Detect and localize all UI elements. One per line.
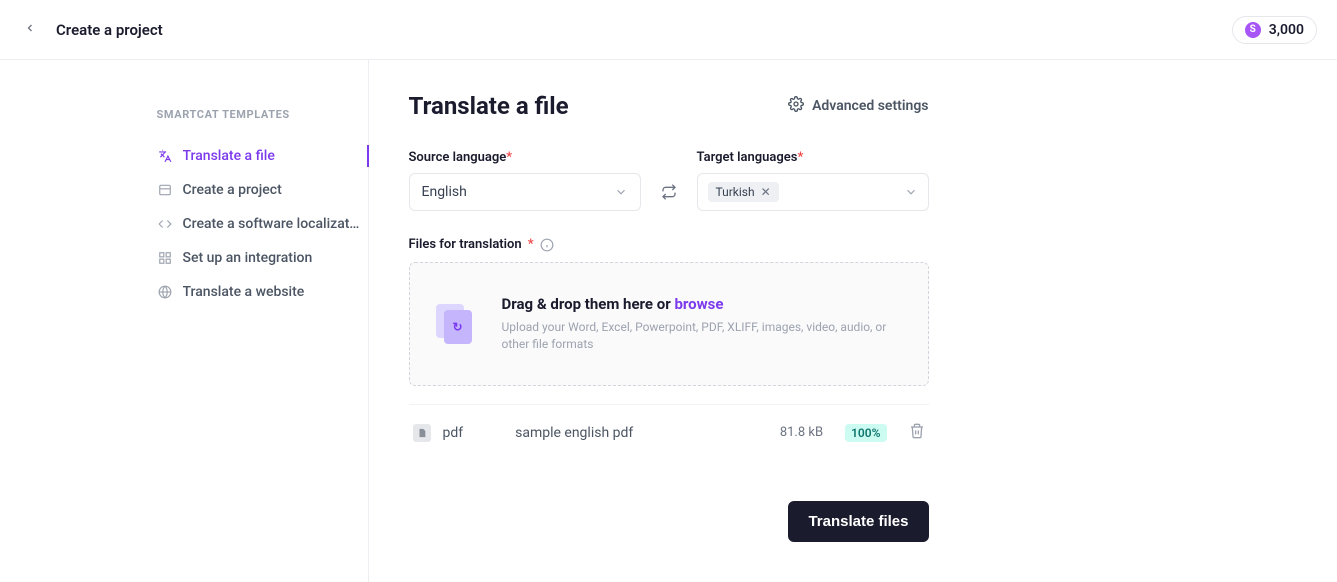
delete-file-button[interactable] [909,423,925,443]
uploaded-file-row: pdf sample english pdf 81.8 kB 100% [409,404,929,461]
translate-files-button[interactable]: Translate files [788,501,928,542]
swap-icon [661,184,677,200]
sidebar-heading: SMARTCAT TEMPLATES [157,108,368,121]
project-icon [157,182,173,198]
page-title: Translate a file [409,92,569,120]
file-name: sample english pdf [515,425,768,441]
sidebar-item-translate-website[interactable]: Translate a website [157,275,368,309]
globe-icon [157,284,173,300]
chevron-down-icon [904,185,918,199]
target-language-chip: Turkish ✕ [708,182,779,202]
app-header: Create a project S 3,000 [0,0,1337,60]
advanced-settings-button[interactable]: Advanced settings [788,96,928,116]
header-left: Create a project [20,18,163,42]
credits-value: 3,000 [1269,22,1304,38]
upload-illustration: ↻ [434,302,478,346]
header-title: Create a project [56,21,163,39]
source-language-value: English [422,184,467,200]
main-content: Translate a file Advanced settings Sourc… [369,60,929,582]
target-languages-select[interactable]: Turkish ✕ [697,173,929,211]
source-language-select[interactable]: English [409,173,641,211]
sidebar-item-label: Create a project [183,182,282,198]
info-icon[interactable] [540,238,554,252]
credits-icon: S [1245,22,1261,38]
browse-link[interactable]: browse [674,295,723,313]
code-icon [157,216,173,232]
translate-icon [157,148,173,164]
sidebar-item-software-localization[interactable]: Create a software localizatio… [157,207,368,241]
chevron-down-icon [614,185,628,199]
sidebar-item-create-project[interactable]: Create a project [157,173,368,207]
sidebar-item-translate-file[interactable]: Translate a file [157,139,368,173]
trash-icon [909,423,925,439]
file-extension: pdf [443,425,464,441]
sidebar-item-label: Create a software localizatio… [183,216,360,232]
target-languages-field: Target languages* Turkish ✕ [697,150,929,211]
file-progress: 100% [845,424,886,442]
dropzone-subtitle: Upload your Word, Excel, Powerpoint, PDF… [502,319,904,353]
source-language-field: Source language* English [409,150,641,211]
swap-languages-button[interactable] [657,173,681,211]
chip-label: Turkish [716,185,755,199]
filetype-icon [413,424,431,442]
sidebar-item-label: Set up an integration [183,250,313,266]
back-button[interactable] [20,18,40,42]
file-size: 81.8 kB [780,425,823,440]
file-dropzone[interactable]: ↻ Drag & drop them here or browse Upload… [409,262,929,386]
integration-icon [157,250,173,266]
advanced-settings-label: Advanced settings [812,98,928,114]
source-language-label: Source language* [409,150,641,165]
dropzone-title: Drag & drop them here or browse [502,295,904,313]
files-label: Files for translation* [409,237,929,252]
target-languages-label: Target languages* [697,150,929,165]
sidebar-item-label: Translate a website [183,284,305,300]
sidebar-item-label: Translate a file [183,148,275,164]
sidebar: SMARTCAT TEMPLATES Translate a file Crea… [129,60,369,582]
gear-icon [788,96,804,116]
sidebar-item-integration[interactable]: Set up an integration [157,241,368,275]
chip-remove-button[interactable]: ✕ [761,186,771,198]
credits-chip[interactable]: S 3,000 [1232,16,1317,44]
